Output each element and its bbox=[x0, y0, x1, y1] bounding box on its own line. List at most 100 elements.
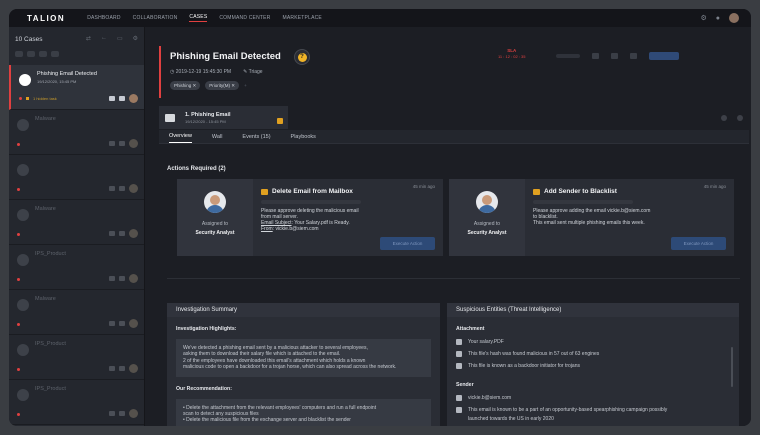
sender-item: vickie.b@siem.com bbox=[447, 392, 739, 404]
info-icon[interactable] bbox=[119, 231, 125, 236]
case-item[interactable]: Malware bbox=[9, 290, 144, 335]
info-icon[interactable] bbox=[119, 186, 125, 191]
scrollbar[interactable] bbox=[731, 347, 733, 387]
lock-icon[interactable] bbox=[737, 115, 743, 121]
chip-icon[interactable] bbox=[15, 51, 23, 57]
assignee-panel: Assigned to Security Analyst bbox=[177, 179, 253, 256]
cases-sidebar: 10 Cases ⇄ ← ▭ ⚙ Phishing Email Detected… bbox=[9, 27, 145, 426]
nav-dashboard[interactable]: DASHBOARD bbox=[87, 15, 120, 21]
comment-icon[interactable] bbox=[109, 96, 115, 101]
tab-wall[interactable]: Wall bbox=[212, 131, 223, 143]
edit-icon[interactable]: ✎ Triage bbox=[243, 69, 263, 75]
case-item[interactable] bbox=[9, 155, 144, 200]
comment-icon[interactable] bbox=[109, 231, 115, 236]
case-item[interactable]: IPS_Product bbox=[9, 335, 144, 380]
action-meta-bar bbox=[533, 200, 633, 204]
add-tag-icon[interactable]: + bbox=[244, 81, 247, 90]
info-icon[interactable] bbox=[119, 411, 125, 416]
user-icon bbox=[456, 395, 462, 401]
assignee-avatar bbox=[129, 364, 138, 373]
workflow-card[interactable]: 1. Phishing Email 19/12/2020 - 15:45 PM bbox=[159, 106, 288, 129]
comment-icon[interactable] bbox=[109, 276, 115, 281]
tag-label: Phishing bbox=[174, 82, 192, 88]
share-icon[interactable] bbox=[611, 53, 618, 59]
case-title: IPS_Product bbox=[35, 341, 66, 347]
nav-cases[interactable]: CASES bbox=[189, 14, 208, 22]
folder-icon[interactable] bbox=[592, 53, 599, 59]
comment-icon[interactable] bbox=[109, 411, 115, 416]
from-value: : vickie.b@siem.com bbox=[272, 226, 319, 232]
nav-marketplace[interactable]: MARKETPLACE bbox=[283, 15, 322, 21]
case-item[interactable]: Malware bbox=[9, 110, 144, 155]
case-item[interactable]: IPS_Product bbox=[9, 245, 144, 290]
sidebar-subtools bbox=[9, 51, 144, 65]
nav-collaboration[interactable]: COLLABORATION bbox=[133, 15, 178, 21]
action-card-blacklist: Assigned to Security Analyst 45 min ago … bbox=[449, 179, 734, 256]
gear-icon[interactable] bbox=[721, 115, 727, 121]
assignee-avatar bbox=[129, 229, 138, 238]
more-icon[interactable] bbox=[630, 53, 637, 59]
info-icon[interactable] bbox=[119, 96, 125, 101]
priority-icon bbox=[17, 323, 20, 326]
chip-icon[interactable] bbox=[51, 51, 59, 57]
case-type-icon bbox=[17, 209, 29, 221]
top-nav: TALION DASHBOARD COLLABORATION CASES COM… bbox=[9, 9, 751, 27]
settings-icon[interactable]: ⚙ bbox=[700, 14, 706, 22]
assignee-avatar bbox=[129, 139, 138, 148]
view-icon[interactable]: ▭ bbox=[117, 35, 123, 42]
entity-text: This email is known to be a part of an o… bbox=[468, 407, 668, 413]
case-actions bbox=[109, 184, 138, 193]
case-status: Triage bbox=[248, 69, 263, 75]
suspicious-entities-panel: Suspicious Entities (Threat Intelligence… bbox=[447, 303, 739, 426]
case-title: IPS_Product bbox=[35, 386, 66, 392]
divider bbox=[167, 278, 740, 279]
mail-icon bbox=[261, 188, 268, 195]
case-item[interactable]: IPS_Product bbox=[9, 380, 144, 425]
priority-icon bbox=[17, 233, 20, 236]
case-title: IPS_Product bbox=[35, 251, 66, 257]
case-actions bbox=[109, 409, 138, 418]
chip-icon[interactable] bbox=[39, 51, 47, 57]
bell-icon[interactable]: ● bbox=[716, 15, 720, 22]
chip-icon[interactable] bbox=[27, 51, 35, 57]
nav-command-center[interactable]: COMMAND CENTER bbox=[219, 15, 270, 21]
case-title: Malware bbox=[35, 296, 56, 302]
assignee-role: Security Analyst bbox=[467, 230, 507, 236]
sort-icon[interactable]: ← bbox=[101, 35, 107, 42]
case-type-icon bbox=[17, 254, 29, 266]
tag-chip[interactable]: Priority(M) ✕ bbox=[205, 81, 240, 90]
priority-icon bbox=[17, 368, 20, 371]
comment-icon[interactable] bbox=[109, 366, 115, 371]
tag-chip[interactable]: Phishing ✕ bbox=[170, 81, 201, 90]
action-text: Please approve adding the email vickie.b… bbox=[533, 208, 726, 226]
case-item[interactable]: Malware bbox=[9, 200, 144, 245]
case-item-phishing[interactable]: Phishing Email Detected 19/12/2020, 15:4… bbox=[9, 65, 144, 110]
tab-playbooks[interactable]: Playbooks bbox=[291, 131, 316, 143]
entity-text: vickie.b@siem.com bbox=[468, 395, 512, 401]
execute-action-button[interactable]: Execute Action bbox=[671, 237, 726, 250]
info-icon[interactable] bbox=[119, 141, 125, 146]
assignee-selector[interactable] bbox=[556, 54, 580, 58]
help-icon[interactable]: ? bbox=[294, 49, 310, 65]
info-icon[interactable] bbox=[119, 321, 125, 326]
sender-item: launched towards the US in early 2020 bbox=[447, 416, 739, 425]
assigned-to-label: Assigned to bbox=[473, 221, 501, 227]
comment-icon[interactable] bbox=[109, 141, 115, 146]
attachment-item: This file's hash was found malicious in … bbox=[447, 348, 739, 360]
case-datetime: 2019-12-19 15:45:30 PM bbox=[175, 69, 232, 75]
attachment-item: This file is known as a backdoor initiat… bbox=[447, 360, 739, 372]
info-icon[interactable] bbox=[119, 276, 125, 281]
tab-events[interactable]: Events (15) bbox=[242, 131, 270, 143]
primary-action-button[interactable] bbox=[649, 52, 679, 60]
from-label: From bbox=[261, 226, 273, 232]
user-avatar[interactable] bbox=[729, 13, 739, 23]
execute-action-button[interactable]: Execute Action bbox=[380, 237, 435, 250]
comment-icon[interactable] bbox=[109, 321, 115, 326]
info-icon[interactable] bbox=[119, 366, 125, 371]
gear-icon[interactable]: ⚙ bbox=[133, 35, 138, 42]
tab-overview[interactable]: Overview bbox=[169, 130, 192, 143]
analyst-avatar bbox=[204, 191, 226, 213]
workflow-tools bbox=[721, 115, 743, 121]
filter-icon[interactable]: ⇄ bbox=[86, 35, 91, 42]
comment-icon[interactable] bbox=[109, 186, 115, 191]
